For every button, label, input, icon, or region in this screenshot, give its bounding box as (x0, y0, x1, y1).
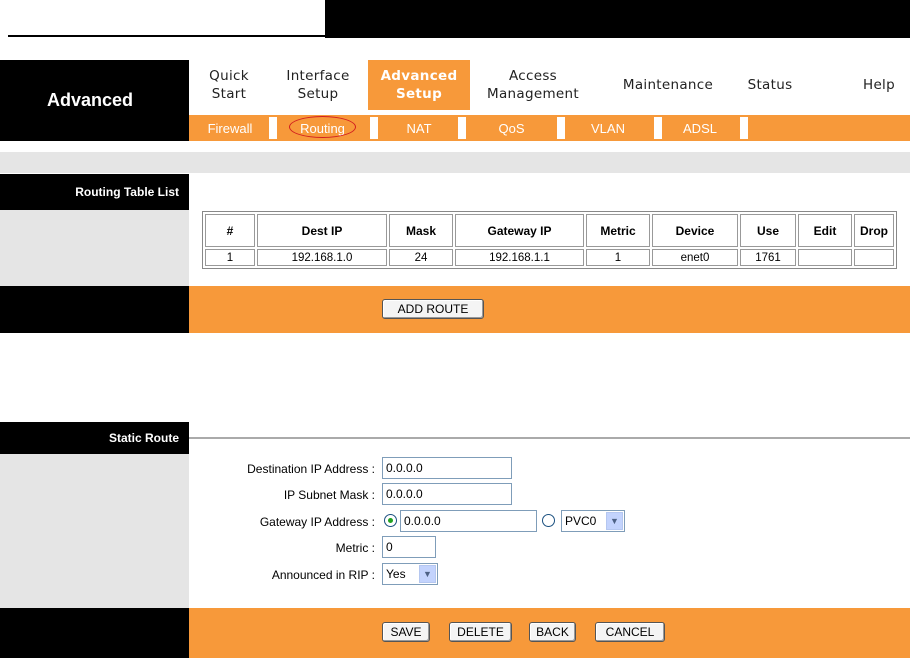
rip-label: Announced in RIP : (271, 568, 375, 582)
left-bar (0, 608, 189, 658)
dest-ip-input[interactable] (382, 457, 512, 479)
radio-selected-dot (388, 518, 393, 523)
section-title-cell: Advanced (0, 60, 189, 141)
sub-menu: Firewall Routing NAT QoS VLAN ADSL (189, 115, 910, 141)
menu-label: Interface Setup (286, 68, 350, 102)
action-bar (189, 286, 910, 333)
pvc-select-value: PVC0 (565, 514, 597, 528)
cancel-button[interactable]: CANCEL (595, 622, 665, 642)
chevron-down-icon[interactable]: ▼ (419, 565, 436, 583)
submenu-separator (740, 117, 748, 139)
menu-label: Help (863, 77, 895, 93)
cell-edit[interactable] (798, 249, 852, 266)
col-device: Device (652, 214, 738, 247)
metric-label: Metric : (335, 541, 375, 555)
gateway-ip-input[interactable] (400, 510, 537, 532)
highlight-oval (289, 116, 356, 138)
menu-access-management[interactable]: Access Management (470, 60, 596, 110)
cell-index: 1 (205, 249, 255, 266)
col-index: # (205, 214, 255, 247)
submenu-separator (269, 117, 277, 139)
routing-table: # Dest IP Mask Gateway IP Metric Device … (202, 211, 897, 269)
submenu-separator (557, 117, 565, 139)
submenu-label: NAT (406, 120, 432, 136)
submenu-label: VLAN (591, 120, 625, 136)
static-route-header: Static Route (0, 422, 189, 454)
routing-table-header: Routing Table List (0, 174, 189, 210)
subnet-mask-label: IP Subnet Mask : (283, 488, 375, 502)
menu-label: Maintenance (622, 77, 714, 93)
dest-ip-label: Destination IP Address : (247, 462, 375, 476)
menu-label: Advanced Setup (380, 68, 458, 102)
menu-advanced-setup[interactable]: Advanced Setup (368, 60, 470, 110)
separator-strip (0, 152, 910, 173)
cell-dest-ip: 192.168.1.0 (257, 249, 387, 266)
col-metric: Metric (586, 214, 650, 247)
submenu-label: Firewall (207, 120, 253, 136)
gateway-ip-label: Gateway IP Address : (259, 515, 375, 529)
cell-metric: 1 (586, 249, 650, 266)
save-button[interactable]: SAVE (382, 622, 430, 642)
submenu-firewall[interactable]: Firewall (197, 115, 263, 141)
submenu-adsl[interactable]: ADSL (666, 115, 734, 141)
top-divider (8, 35, 325, 37)
submenu-label: ADSL (683, 120, 717, 136)
col-dest-ip: Dest IP (257, 214, 387, 247)
section-title: Advanced (47, 90, 134, 110)
main-menu: Quick Start Interface Setup Advanced Set… (189, 60, 910, 110)
cell-device: enet0 (652, 249, 738, 266)
routing-table-title: Routing Table List (75, 185, 179, 199)
cell-use: 1761 (740, 249, 796, 266)
menu-help[interactable]: Help (854, 60, 904, 110)
subnet-mask-input[interactable] (382, 483, 512, 505)
chevron-down-icon[interactable]: ▼ (606, 512, 623, 530)
back-button[interactable]: BACK (529, 622, 576, 642)
static-route-divider (189, 437, 910, 439)
menu-label: Status (747, 77, 793, 93)
col-edit: Edit (798, 214, 852, 247)
menu-maintenance[interactable]: Maintenance (607, 60, 729, 110)
left-panel (0, 454, 189, 608)
static-route-title: Static Route (108, 431, 179, 445)
left-panel (0, 210, 189, 286)
gateway-ip-radio[interactable] (384, 514, 397, 527)
delete-button[interactable]: DELETE (449, 622, 512, 642)
submenu-nat[interactable]: NAT (389, 115, 449, 141)
menu-label: Access Management (487, 68, 579, 102)
left-bar (0, 286, 189, 333)
submenu-label: QoS (498, 120, 525, 136)
menu-label: Quick Start (209, 68, 249, 102)
menu-quick-start[interactable]: Quick Start (189, 60, 269, 110)
cell-mask: 24 (389, 249, 453, 266)
table-header-row: # Dest IP Mask Gateway IP Metric Device … (205, 214, 894, 247)
menu-status[interactable]: Status (735, 60, 805, 110)
cell-gateway-ip: 192.168.1.1 (455, 249, 584, 266)
col-drop: Drop (854, 214, 894, 247)
submenu-separator (458, 117, 466, 139)
gateway-pvc-radio[interactable] (542, 514, 555, 527)
menu-interface-setup[interactable]: Interface Setup (269, 60, 367, 110)
cell-drop[interactable] (854, 249, 894, 266)
top-banner (325, 0, 910, 38)
submenu-separator (654, 117, 662, 139)
rip-select[interactable]: Yes ▼ (382, 563, 438, 585)
submenu-separator (370, 117, 378, 139)
add-route-button[interactable]: ADD ROUTE (382, 299, 484, 319)
metric-input[interactable] (382, 536, 436, 558)
pvc-select[interactable]: PVC0 ▼ (561, 510, 625, 532)
submenu-vlan[interactable]: VLAN (575, 115, 641, 141)
col-mask: Mask (389, 214, 453, 247)
table-row: 1 192.168.1.0 24 192.168.1.1 1 enet0 176… (205, 249, 894, 266)
col-use: Use (740, 214, 796, 247)
col-gateway-ip: Gateway IP (455, 214, 584, 247)
submenu-qos[interactable]: QoS (479, 115, 544, 141)
rip-select-value: Yes (386, 567, 406, 581)
